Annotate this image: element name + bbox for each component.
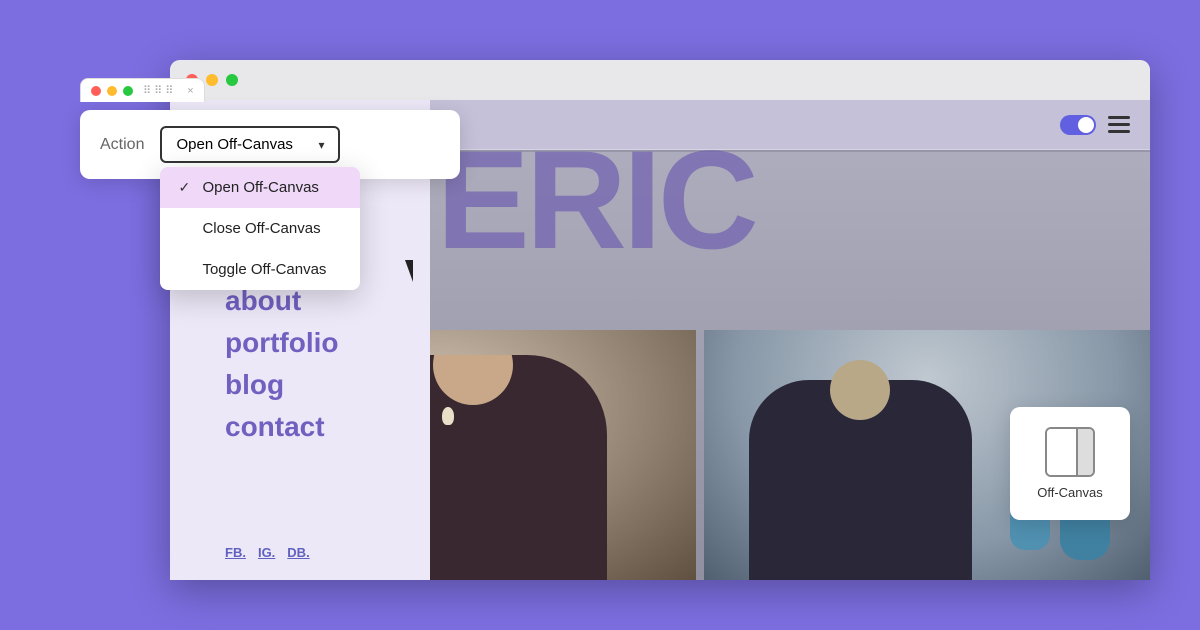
blog-label: blog [225, 369, 284, 400]
portfolio-label: portfolio [225, 327, 339, 358]
site-nav-right [1060, 115, 1130, 135]
empty-check-1 [178, 221, 194, 237]
dropdown-item-label-1: Open Off-Canvas [202, 179, 318, 196]
toggle-knob [1078, 117, 1094, 133]
menu-line-3 [1108, 130, 1130, 133]
hamburger-menu[interactable] [1108, 116, 1130, 133]
check-icon: ✓ [178, 179, 194, 196]
social-link-ig[interactable]: IG. [258, 545, 275, 560]
close-dot[interactable] [91, 86, 101, 96]
mini-toolbar: ⠿ ⠿ ⠿ × [80, 78, 205, 102]
action-toolbar: ⠿ ⠿ ⠿ × Action Open Off-Canvas ▾ ✓ Open … [80, 110, 460, 179]
browser-minimize-dot[interactable] [206, 74, 218, 86]
dropdown-arrow-icon: ▾ [318, 138, 324, 152]
dropdown-item-label-2: Close Off-Canvas [202, 220, 320, 237]
drag-icon: ⠿ ⠿ ⠿ [143, 84, 173, 97]
dropdown-selected-value: Open Off-Canvas [176, 136, 292, 153]
expand-dot[interactable] [123, 86, 133, 96]
action-label: Action [100, 136, 144, 154]
browser-expand-dot[interactable] [226, 74, 238, 86]
dropdown-item-close[interactable]: Close Off-Canvas [160, 208, 360, 249]
offcanvas-icon [1045, 427, 1095, 477]
dropdown-item-label-3: Toggle Off-Canvas [202, 261, 326, 278]
contact-label: contact [225, 411, 325, 442]
minimize-dot[interactable] [107, 86, 117, 96]
social-link-fb[interactable]: FB. [225, 545, 246, 560]
social-link-db[interactable]: DB. [287, 545, 309, 560]
toggle-button[interactable] [1060, 115, 1096, 135]
earring-detail [442, 407, 454, 425]
offcanvas-label: Off-Canvas [1037, 485, 1103, 500]
sidebar-item-portfolio[interactable]: portfolio [225, 322, 430, 364]
dropdown-menu: ✓ Open Off-Canvas Close Off-Canvas Toggl… [160, 167, 360, 290]
empty-check-2 [178, 262, 194, 278]
offcanvas-tooltip: Off-Canvas [1010, 407, 1130, 520]
browser-wrapper: ⠿ ⠿ ⠿ × Action Open Off-Canvas ▾ ✓ Open … [50, 60, 1150, 580]
browser-topbar [170, 60, 1150, 100]
close-icon[interactable]: × [187, 85, 193, 97]
menu-line-2 [1108, 123, 1130, 126]
sidebar-item-contact[interactable]: contact [225, 406, 430, 448]
sidebar-item-blog[interactable]: blog [225, 364, 430, 406]
sidebar-social-links: FB. IG. DB. [225, 545, 310, 560]
action-dropdown-button[interactable]: Open Off-Canvas ▾ [160, 126, 340, 163]
dropdown-item-toggle[interactable]: Toggle Off-Canvas [160, 249, 360, 290]
person-figure-right [749, 380, 972, 580]
offcanvas-icon-right [1076, 429, 1093, 475]
menu-line-1 [1108, 116, 1130, 119]
offcanvas-icon-left [1047, 429, 1076, 475]
dropdown-item-open[interactable]: ✓ Open Off-Canvas [160, 167, 360, 208]
action-dropdown: Open Off-Canvas ▾ ✓ Open Off-Canvas Clos… [160, 126, 340, 163]
